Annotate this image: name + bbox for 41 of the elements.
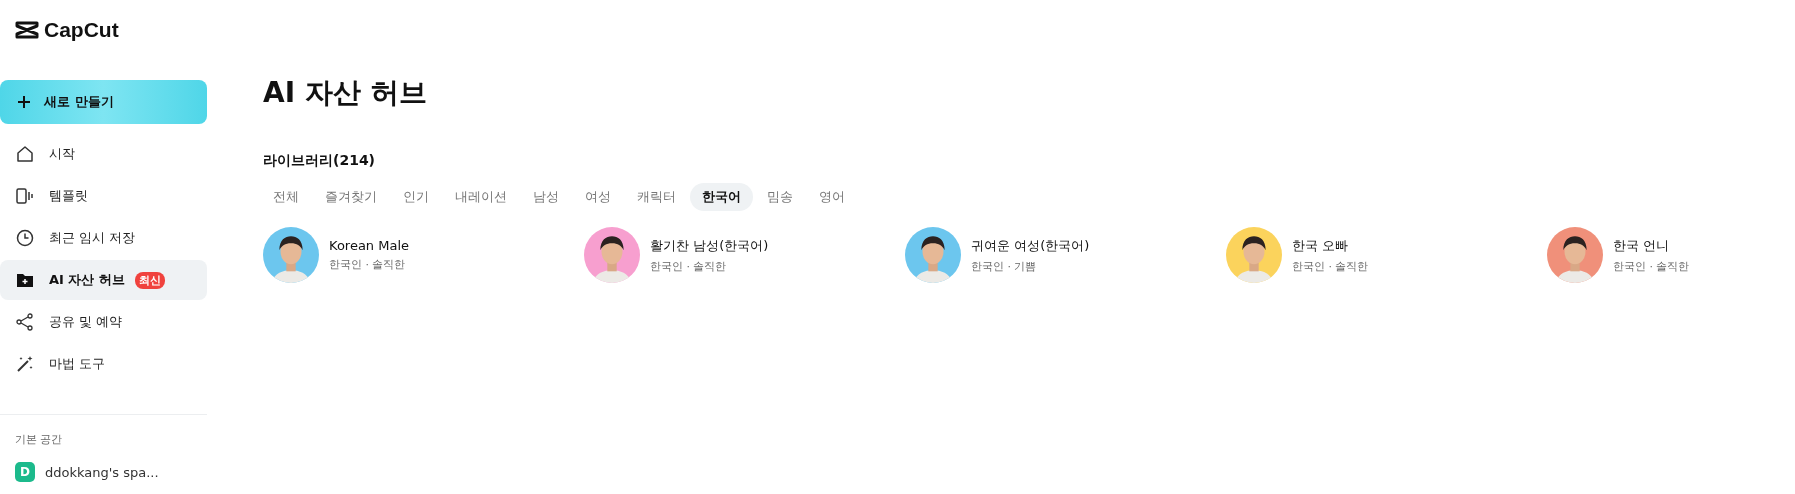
voice-name: 한국 언니 [1613, 236, 1671, 255]
nav-item[interactable]: 마법 도구 [0, 344, 207, 384]
voice-tags: 한국인 · 솔직한 [1613, 258, 1690, 274]
filter-tab[interactable]: 밈송 [755, 183, 805, 211]
nav-item[interactable]: 공유 및 예약 [0, 302, 207, 342]
page-title: AI 자산 허브 [263, 75, 428, 111]
voice-name: 한국 오빠 [1292, 236, 1350, 255]
filter-tab[interactable]: 인기 [391, 183, 441, 211]
filter-tab[interactable]: 전체 [261, 183, 311, 211]
workspace-avatar: D [15, 462, 35, 482]
home-icon [15, 144, 35, 164]
voice-tags: 한국인 · 솔직한 [1292, 258, 1369, 274]
clock-icon [15, 228, 35, 248]
nav-item[interactable]: 최근 임시 저장 [0, 218, 207, 258]
logo-icon [15, 20, 39, 40]
filter-tab[interactable]: 캐릭터 [625, 183, 688, 211]
share-icon [15, 312, 35, 332]
voice-name: Korean Male [329, 238, 410, 253]
filter-tab[interactable]: 한국어 [690, 183, 753, 211]
voice-name: 활기찬 남성(한국어) [650, 236, 769, 255]
nav-item[interactable]: 템플릿 [0, 176, 207, 216]
workspace-item[interactable]: D ddokkang's spa... [0, 447, 207, 482]
logo-text: CapCut [44, 18, 119, 42]
filter-tab[interactable]: 남성 [521, 183, 571, 211]
filter-tab[interactable]: 여성 [573, 183, 623, 211]
voice-name: 귀여운 여성(한국어) [971, 236, 1090, 255]
section-heading: 기본 공간 [14, 432, 64, 447]
create-button[interactable]: 새로 만들기 [0, 80, 207, 124]
voice-tags: 한국인 · 기쁨 [971, 258, 1090, 274]
voice-tags: 한국인 · 솔직한 [329, 257, 410, 272]
template-icon [15, 186, 35, 206]
filter-tab[interactable]: 영어 [807, 183, 857, 211]
nav-item[interactable]: 시작 [0, 134, 207, 174]
filter-tab[interactable]: 즐겨찾기 [313, 183, 389, 211]
voice-tags: 한국인 · 솔직한 [650, 258, 769, 274]
magic-wand-icon [15, 354, 35, 374]
section-heading: 라이브러리(214) [263, 152, 377, 170]
new-badge: 최신 [134, 271, 165, 289]
plus-icon [16, 94, 32, 110]
nav-item[interactable]: AI 자산 허브 최신 [0, 260, 207, 300]
filter-tab[interactable]: 내레이션 [443, 183, 519, 211]
